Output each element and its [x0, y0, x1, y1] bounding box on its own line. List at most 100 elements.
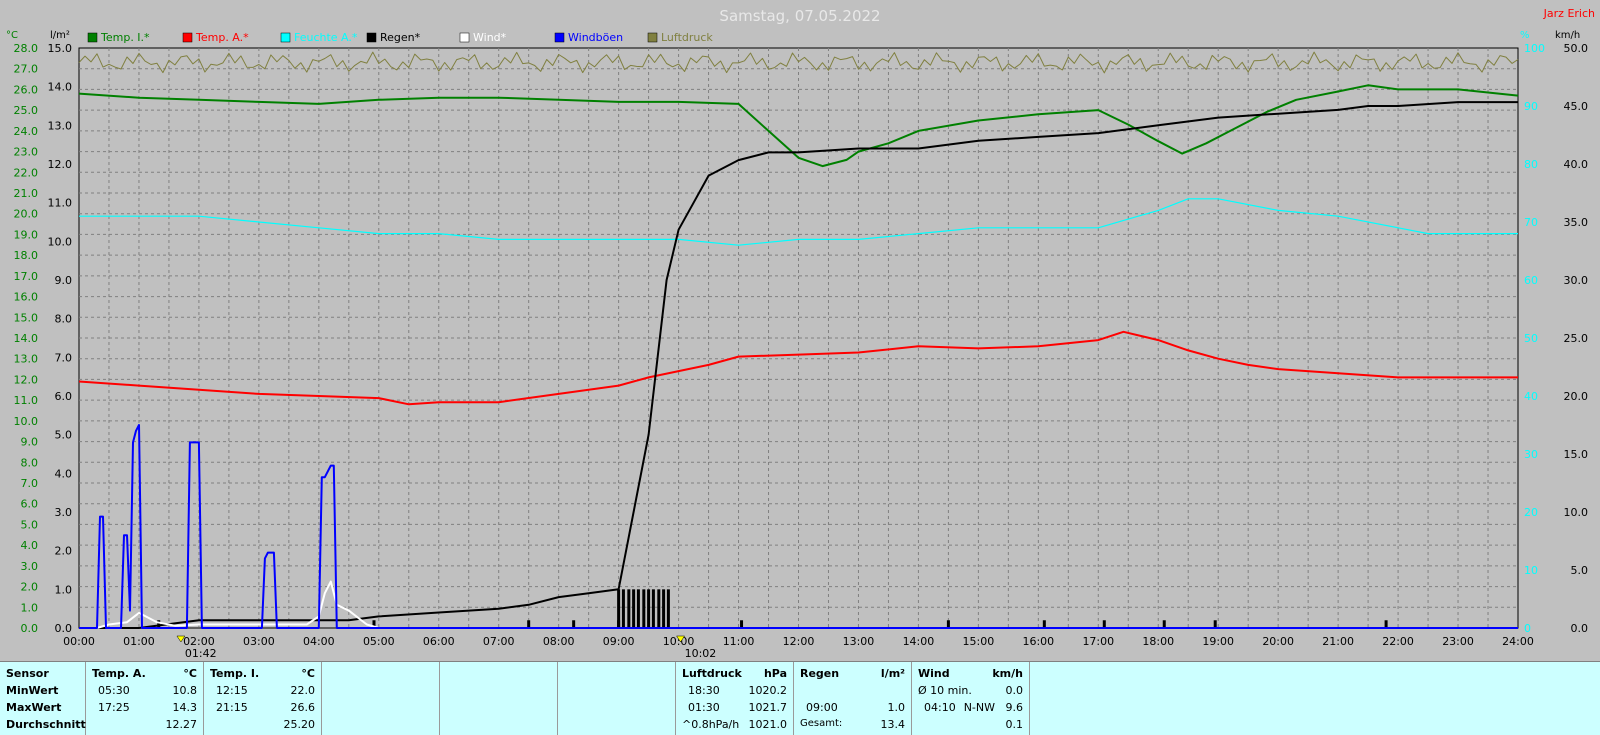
left1-tick: 12.0: [14, 373, 39, 386]
col-temp-i: Temp. I. °C 12:15 22.0 21:15 26.6 25.20: [204, 662, 322, 735]
x-tick: 17:00: [1082, 635, 1114, 648]
left1-tick: 2.0: [21, 581, 39, 594]
wind-header: Wind: [918, 667, 950, 680]
left1-tick: 6.0: [21, 498, 39, 511]
rain-bar: [621, 589, 625, 628]
col-sensor: Sensor MinWert MaxWert Durchschnitt: [0, 662, 86, 735]
weather-chart: Samstag, 07.05.2022 Jarz Erich °C l/m² %…: [6, 7, 1595, 660]
right1-tick: 0: [1524, 622, 1531, 635]
x-tick: 12:00: [783, 635, 815, 648]
x-tick: 07:00: [483, 635, 515, 648]
luftdruck-header: Luftdruck: [682, 667, 742, 680]
right2-tick: 35.0: [1564, 216, 1589, 229]
x-tick: 21:00: [1322, 635, 1354, 648]
legend-swatch-6: [647, 32, 658, 43]
right1-unit: %: [1520, 30, 1530, 41]
left2-tick: 2.0: [55, 545, 73, 558]
rain-bar: [946, 620, 950, 628]
wind-avg10-value: 0.0: [1005, 684, 1024, 697]
left1-tick: 1.0: [21, 601, 39, 614]
col-luftdruck: Luftdruck hPa 18:30 1020.2 01:30 1021.7 ^0.…: [676, 662, 794, 735]
luftdruck-unit: hPa: [763, 667, 787, 680]
col-regen: Regen l/m² 09:00 1.0 Gesamt: 13.4: [794, 662, 912, 735]
legend-label-5: Windböen: [568, 31, 623, 44]
legend-swatch-2: [280, 32, 291, 43]
right1-tick: 50: [1524, 332, 1538, 345]
left1-tick: 19.0: [14, 228, 39, 241]
left1-tick: 20.0: [14, 208, 39, 221]
left1-tick: 22.0: [14, 166, 39, 179]
legend-swatch-1: [182, 32, 193, 43]
right1-tick: 10: [1524, 564, 1538, 577]
x-tick: 08:00: [543, 635, 575, 648]
left2-tick: 4.0: [55, 467, 73, 480]
sensor-max: MaxWert: [6, 701, 62, 714]
left1-tick: 10.0: [14, 415, 39, 428]
left1-tick: 5.0: [21, 518, 39, 531]
right2-tick: 45.0: [1564, 100, 1589, 113]
right2-tick: 5.0: [1571, 564, 1589, 577]
rain-bar: [1162, 620, 1166, 628]
left1-tick: 17.0: [14, 270, 39, 283]
legend-label-0: Temp. I.*: [100, 31, 150, 44]
temp-i-avg-value: 25.20: [283, 718, 316, 731]
legend-swatch-4: [459, 32, 470, 43]
temp-i-unit: °C: [301, 667, 315, 680]
rain-bar: [527, 620, 531, 628]
right1-tick: 90: [1524, 100, 1538, 113]
author-label: Jarz Erich: [1543, 7, 1595, 20]
right2-tick: 20.0: [1564, 390, 1589, 403]
rain-bar: [1102, 620, 1106, 628]
x-tick: 22:00: [1382, 635, 1414, 648]
left2-tick: 12.0: [48, 158, 73, 171]
x-tick: 13:00: [843, 635, 875, 648]
left1-tick: 21.0: [14, 187, 39, 200]
regen-header: Regen: [800, 667, 840, 680]
x-tick: 14:00: [903, 635, 935, 648]
x-tick: 16:00: [1022, 635, 1054, 648]
rain-bar: [651, 589, 655, 628]
x-tick: 15:00: [963, 635, 995, 648]
regen-unit: l/m²: [880, 667, 905, 680]
left1-tick: 18.0: [14, 249, 39, 262]
left2-tick: 13.0: [48, 119, 73, 132]
wind-avg-label: Ø 10 min.: [918, 684, 972, 697]
x-tick: 00:00: [63, 635, 95, 648]
left2-tick: 11.0: [48, 197, 73, 210]
left1-tick: 28.0: [14, 42, 39, 55]
wind-max-value: 9.6: [1005, 701, 1024, 714]
right2-tick: 40.0: [1564, 158, 1589, 171]
left2-unit: l/m²: [50, 30, 70, 41]
wind-unit: km/h: [992, 667, 1023, 680]
temp-a-min-value: 10.8: [172, 684, 198, 697]
legend-swatch-5: [554, 32, 565, 43]
x-tick: 05:00: [363, 635, 395, 648]
rain-bar: [627, 589, 631, 628]
right1-tick: 40: [1524, 390, 1538, 403]
rain-bar: [636, 589, 640, 628]
rain-bar: [1213, 620, 1217, 628]
x-tick: 06:00: [423, 635, 455, 648]
sensor-header: Sensor: [6, 667, 49, 680]
right2-unit: km/h: [1555, 30, 1580, 41]
right2-tick: 30.0: [1564, 274, 1589, 287]
left2-tick: 5.0: [55, 429, 73, 442]
right1-tick: 80: [1524, 158, 1538, 171]
x-tick: 20:00: [1262, 635, 1294, 648]
col-empty-1: [322, 662, 440, 735]
statistics-table: Sensor MinWert MaxWert Durchschnitt Temp…: [0, 661, 1600, 735]
left2-tick: 6.0: [55, 390, 73, 403]
left1-unit: °C: [6, 30, 18, 41]
left1-tick: 26.0: [14, 83, 39, 96]
x-tick: 18:00: [1142, 635, 1174, 648]
temp-a-max-time: 17:25: [98, 701, 130, 714]
temp-i-max-time: 21:15: [216, 701, 248, 714]
temp-a-min-time: 05:30: [98, 684, 130, 697]
wind-max-dir: N-NW: [963, 701, 995, 714]
left1-tick: 4.0: [21, 539, 39, 552]
temp-a-avg-value: 12.27: [165, 718, 198, 731]
luftdruck-max-time: 01:30: [688, 701, 720, 714]
left1-tick: 9.0: [21, 436, 39, 449]
temp-i-header: Temp. I.: [210, 667, 260, 680]
rain-bar: [657, 589, 661, 628]
